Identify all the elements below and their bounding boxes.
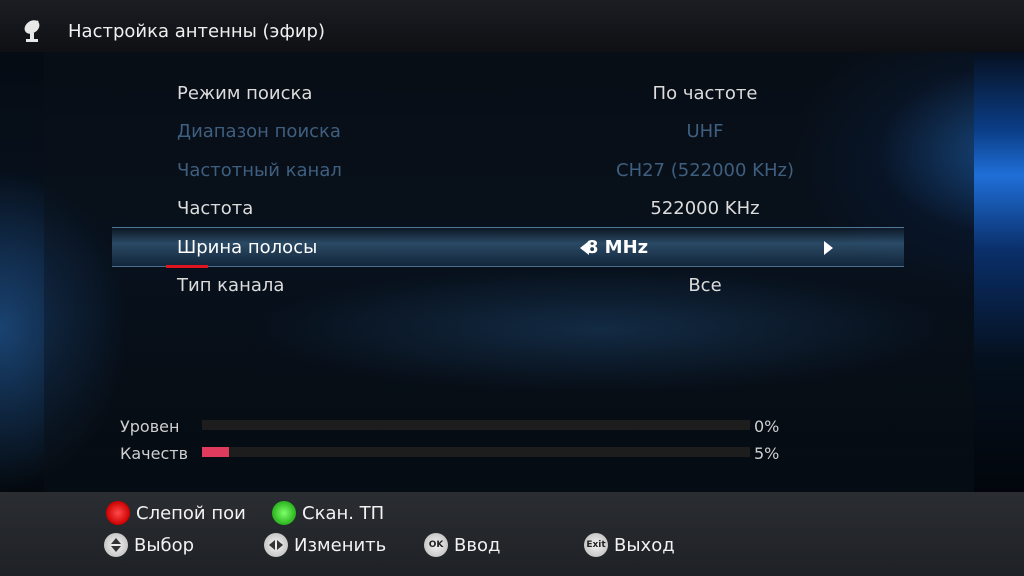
exit-hint: Exit Выход bbox=[584, 532, 675, 558]
meter-label: Качеств bbox=[120, 444, 189, 463]
meter-percent: 5% bbox=[754, 444, 780, 463]
select-hint: Выбор bbox=[104, 532, 194, 558]
setting-label: Шрина полосы bbox=[177, 237, 318, 258]
select-label: Выбор bbox=[134, 534, 195, 556]
change-hint: Изменить bbox=[264, 532, 386, 558]
ok-hint: OK Ввод bbox=[424, 532, 500, 558]
meter-label: Уровен bbox=[120, 417, 180, 436]
setting-label: Режим поиска bbox=[177, 83, 313, 104]
setting-value: CH27 (522000 KHz) bbox=[616, 160, 794, 181]
meter-percent: 0% bbox=[754, 417, 780, 436]
ok-label: Ввод bbox=[454, 534, 501, 556]
meter-track bbox=[202, 420, 750, 430]
blind-search-button[interactable]: Слепой пои bbox=[106, 500, 246, 526]
scan-tp-button[interactable]: Скан. ТП bbox=[272, 500, 384, 526]
left-right-icon bbox=[264, 533, 288, 557]
setting-row-search-range: Диапазон поиска UHF bbox=[0, 112, 1024, 150]
setting-label: Диапазон поиска bbox=[177, 121, 341, 142]
signal-quality-meter: Качеств 5% bbox=[120, 444, 800, 464]
up-down-icon bbox=[104, 533, 128, 557]
setting-value: По частоте bbox=[652, 83, 758, 104]
setting-row-frequency-channel: Частотный канал CH27 (522000 KHz) bbox=[0, 151, 1024, 189]
signal-level-meter: Уровен 0% bbox=[120, 417, 800, 437]
satellite-dish-icon bbox=[24, 20, 40, 42]
setting-value: 522000 KHz bbox=[650, 198, 760, 219]
setting-label: Частота bbox=[177, 198, 254, 219]
setting-label: Тип канала bbox=[177, 275, 285, 296]
title-bar: Настройка антенны (эфир) bbox=[0, 0, 1024, 52]
meter-track bbox=[202, 447, 750, 457]
exit-label: Выход bbox=[614, 534, 675, 556]
setting-value: UHF bbox=[686, 121, 724, 142]
meter-fill bbox=[202, 447, 230, 457]
setting-row-channel-type[interactable]: Тип канала Все bbox=[0, 266, 1024, 304]
setting-value: Все bbox=[688, 275, 722, 296]
red-button-icon bbox=[106, 501, 130, 525]
scan-tp-label: Скан. ТП bbox=[302, 502, 385, 524]
green-button-icon bbox=[272, 501, 296, 525]
exit-icon: Exit bbox=[584, 533, 608, 557]
page-title: Настройка антенны (эфир) bbox=[68, 21, 325, 42]
setting-label: Частотный канал bbox=[177, 160, 342, 181]
setting-row-frequency[interactable]: Частота 522000 KHz bbox=[0, 189, 1024, 227]
setting-row-bandwidth[interactable]: Шрина полосы 8 MHz bbox=[112, 227, 904, 267]
arrow-right-icon[interactable] bbox=[824, 241, 833, 255]
ok-icon: OK bbox=[424, 533, 448, 557]
setting-value: 8 MHz bbox=[585, 237, 649, 258]
change-label: Изменить bbox=[294, 534, 387, 556]
blind-search-label: Слепой пои bbox=[136, 502, 246, 524]
setting-row-search-mode[interactable]: Режим поиска По частоте bbox=[0, 74, 1024, 112]
help-bar: Слепой пои Скан. ТП Выбор Изменить OK Вв… bbox=[0, 492, 1024, 576]
